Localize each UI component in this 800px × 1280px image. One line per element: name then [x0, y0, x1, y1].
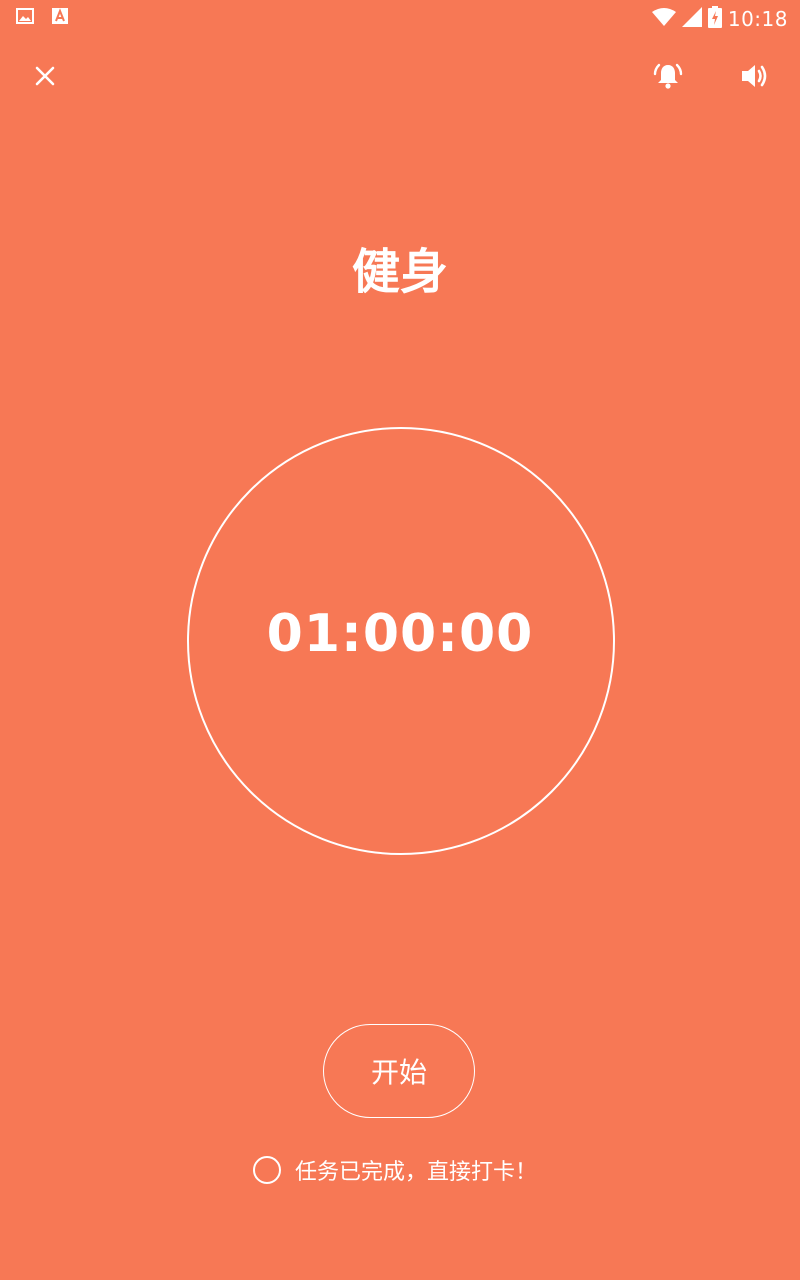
- checkin-label: 任务已完成，直接打卡！: [295, 1160, 538, 1185]
- signal-icon: [681, 7, 702, 31]
- timer-display: 01:00:00: [266, 604, 534, 664]
- alarm-button[interactable]: [638, 48, 698, 108]
- close-button[interactable]: [15, 48, 75, 108]
- checkin-radio[interactable]: [253, 1156, 281, 1184]
- focus-timer-screen: 10:18 健身 01:00:00 开始 任务已完成，直接打卡！: [0, 0, 800, 1280]
- status-time: 10:18: [727, 7, 788, 31]
- alarm-bell-icon: [653, 61, 683, 95]
- volume-icon: [740, 62, 770, 94]
- app-a-icon: [52, 8, 68, 28]
- wifi-icon: [651, 8, 676, 30]
- close-icon: [35, 66, 55, 90]
- start-button-label: 开始: [370, 1056, 427, 1089]
- battery-charging-icon: [707, 6, 722, 32]
- start-button[interactable]: 开始: [323, 1024, 475, 1118]
- task-title: 健身: [351, 244, 448, 300]
- status-bar-notifications: [16, 8, 68, 28]
- status-bar-system: 10:18: [651, 6, 788, 32]
- gallery-icon: [16, 8, 34, 28]
- status-bar: 10:18: [0, 0, 800, 34]
- sound-button[interactable]: [725, 48, 785, 108]
- direct-checkin-option[interactable]: 任务已完成，直接打卡！: [253, 1154, 537, 1186]
